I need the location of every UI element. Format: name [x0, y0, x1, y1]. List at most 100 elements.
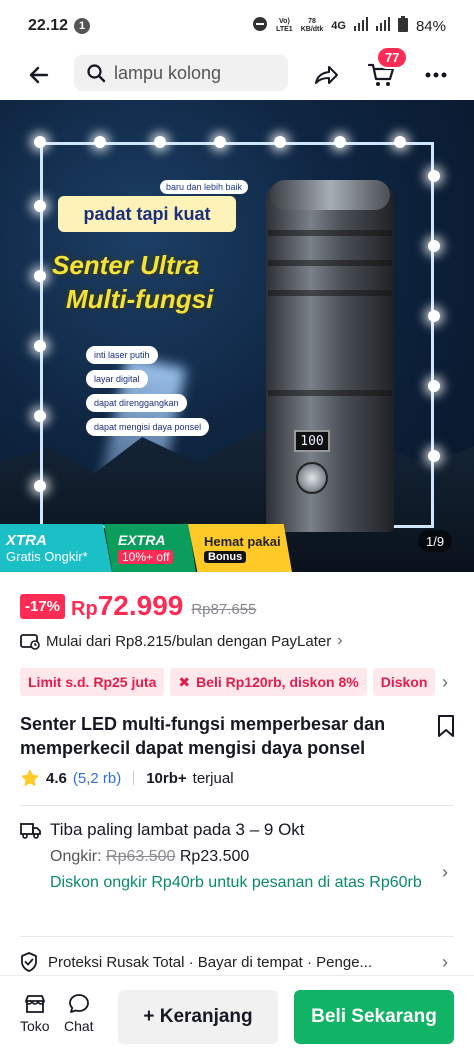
battery-percent: 84%	[415, 17, 446, 35]
feature-tag: layar digital	[86, 370, 148, 388]
price-row: -17% Rp72.999 Rp87.655	[20, 590, 256, 622]
flashlight-button-graphic	[296, 462, 328, 494]
status-time: 22.12	[28, 17, 69, 34]
discount-badge: -17%	[20, 593, 66, 619]
chip-more[interactable]: Diskon	[372, 668, 436, 696]
frame-light	[34, 200, 46, 212]
price-value: 72.999	[97, 590, 184, 621]
share-icon	[315, 66, 338, 84]
search-input[interactable]: lampu kolong	[74, 55, 288, 91]
promo-extra-off: EXTRA 10%+ off	[104, 524, 196, 572]
hero-title: Senter Ultra Multi-fungsi	[52, 248, 213, 316]
promo-sub: Gratis Ongkir*	[6, 549, 88, 564]
signal-icon-2	[375, 17, 390, 35]
divider	[20, 805, 454, 806]
frame-light	[428, 450, 440, 462]
frame-light	[428, 240, 440, 252]
search-query: lampu kolong	[114, 62, 222, 83]
paylater-icon	[20, 634, 40, 650]
chat-icon	[68, 994, 89, 1013]
sold-count: 10rb+	[146, 769, 187, 787]
search-icon	[87, 64, 106, 83]
promo-sub: 10%+ off	[118, 550, 174, 564]
add-to-cart-button[interactable]: + Keranjang	[118, 990, 278, 1044]
back-arrow-icon	[29, 66, 49, 84]
frame-light	[34, 136, 46, 148]
flashlight-ring	[268, 290, 392, 296]
chat-button[interactable]: Chat	[64, 992, 94, 1034]
original-price: Rp87.655	[191, 600, 257, 618]
chat-label: Chat	[64, 1018, 94, 1034]
shipping-chevron-right-icon[interactable]: ›	[442, 862, 448, 883]
hero-tagline: padat tapi kuat	[58, 196, 236, 232]
chip-discount[interactable]: ✖ Beli Rp120rb, diskon 8%	[170, 668, 367, 696]
divider	[133, 771, 135, 785]
bookmark-button[interactable]	[436, 714, 456, 743]
frame-light	[428, 310, 440, 322]
paylater-row[interactable]: Mulai dari Rp8.215/bulan dengan PayLater…	[20, 632, 343, 650]
shipping-section[interactable]: Tiba paling lambat pada 3 – 9 Okt Ongkir…	[20, 820, 460, 894]
frame-light	[334, 136, 346, 148]
current-price: Rp72.999	[71, 590, 183, 622]
network-type: 4G	[331, 20, 346, 32]
rating-count[interactable]: (5,2 rb)	[73, 770, 121, 787]
shipping-fee-new: Rp23.500	[179, 848, 250, 865]
promo-title: XTRA	[6, 532, 47, 549]
share-button[interactable]	[312, 60, 342, 90]
voucher-icon: ✖	[178, 673, 191, 690]
bottom-action-bar: Toko Chat + Keranjang Beli Sekarang	[0, 975, 474, 1058]
flashlight-ring	[268, 260, 392, 266]
frame-light	[394, 136, 406, 148]
truck-icon	[20, 823, 41, 839]
feature-tag: inti laser putih	[86, 346, 158, 364]
chip-label: Limit s.d. Rp25 juta	[28, 674, 157, 690]
badge-new-better: baru dan lebih baik	[160, 180, 249, 194]
hero-title-line2: Multi-fungsi	[66, 284, 214, 314]
shipping-fee-label: Ongkir:	[50, 848, 102, 865]
rating-row[interactable]: 4.6 (5,2 rb) 10rb+ terjual	[20, 768, 234, 788]
chip-limit[interactable]: Limit s.d. Rp25 juta	[20, 668, 165, 696]
shipping-fee: Ongkir: Rp63.500 Rp23.500	[50, 848, 460, 866]
volte-indicator: Vo) LTE1	[276, 18, 293, 33]
flashlight-display: 100	[294, 430, 330, 452]
network-speed: 78 KB/dtk	[300, 18, 324, 33]
flashlight-head	[270, 180, 390, 210]
shop-button[interactable]: Toko	[20, 992, 50, 1034]
protection-chevron-right-icon[interactable]: ›	[442, 952, 448, 973]
shop-icon	[24, 995, 45, 1013]
bookmark-icon	[438, 715, 454, 737]
star-icon	[21, 769, 39, 787]
feature-tag: dapat mengisi daya ponsel	[86, 418, 210, 436]
shop-label: Toko	[20, 1018, 50, 1034]
battery-icon	[397, 16, 408, 36]
price-currency: Rp	[71, 598, 98, 620]
promo-bonus: Hemat pakai Bonus	[188, 524, 292, 572]
hero-title-line1: Senter Ultra	[52, 250, 200, 280]
rating-value: 4.6	[46, 769, 67, 787]
frame-light	[34, 480, 46, 492]
chip-label: Beli Rp120rb, diskon 8%	[196, 674, 359, 690]
protection-text: Proteksi Rusak Total · Bayar di tempat ·…	[48, 953, 373, 971]
more-button[interactable]	[422, 60, 450, 90]
buy-now-button[interactable]: Beli Sekarang	[294, 990, 454, 1044]
protection-row[interactable]: Proteksi Rusak Total · Bayar di tempat ·…	[20, 952, 372, 972]
chips-chevron-right-icon[interactable]: ›	[442, 672, 448, 693]
flashlight-ring	[268, 230, 392, 236]
promo-ribbons: XTRA Gratis Ongkir* EXTRA 10%+ off Hemat…	[0, 524, 292, 572]
frame-light	[34, 410, 46, 422]
status-bar: 22.12 1 Vo) LTE1 78 KB/dtk 4G 84%	[0, 0, 474, 52]
promo-sub: Bonus	[204, 550, 247, 563]
frame-light	[274, 136, 286, 148]
frame-light	[428, 380, 440, 392]
back-button[interactable]	[24, 60, 54, 90]
feature-tag: dapat direnggangkan	[86, 394, 187, 412]
chevron-right-icon: ›	[337, 632, 343, 649]
frame-light	[34, 270, 46, 282]
status-indicators: Vo) LTE1 78 KB/dtk 4G 84%	[252, 16, 446, 36]
promo-free-shipping: XTRA Gratis Ongkir*	[0, 524, 112, 572]
image-pager: 1/9	[418, 530, 453, 552]
frame-light	[154, 136, 166, 148]
product-image-carousel[interactable]: baru dan lebih baik padat tapi kuat Sent…	[0, 100, 474, 572]
frame-light	[34, 340, 46, 352]
product-title: Senter LED multi-fungsi memperbesar dan …	[20, 714, 386, 758]
